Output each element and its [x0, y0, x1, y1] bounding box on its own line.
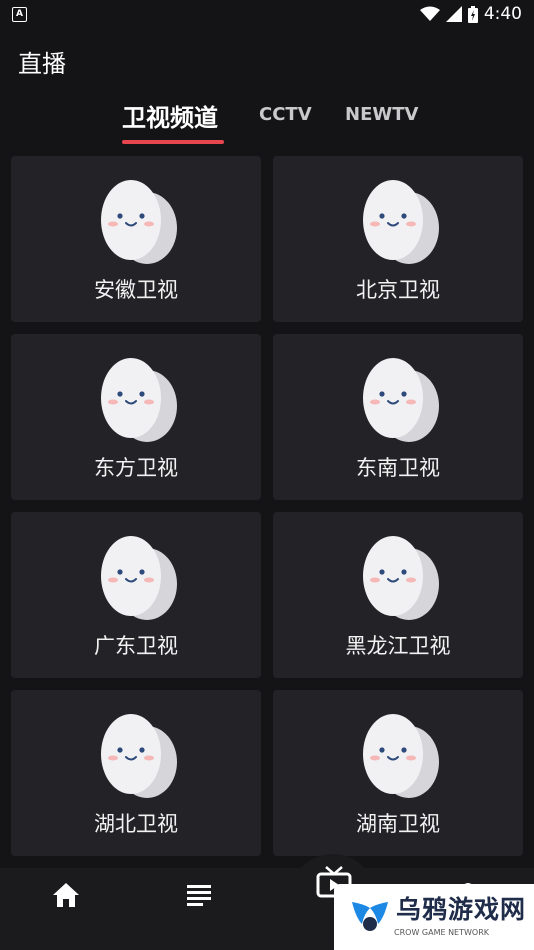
watermark-title: 乌鸦游戏网	[396, 895, 527, 924]
channel-name: 湖北卫视	[94, 812, 178, 836]
egg-mascot-icon	[89, 530, 183, 624]
clock: 4:40	[483, 4, 522, 24]
tab-cctv[interactable]: CCTV	[259, 104, 312, 125]
tab-newtv[interactable]: NEWTV	[345, 104, 418, 125]
egg-mascot-icon	[351, 174, 445, 268]
channel-card[interactable]: 广东卫视	[11, 512, 261, 678]
channel-name: 黑龙江卫视	[345, 634, 451, 658]
notification-icon: A	[12, 6, 27, 22]
wifi-icon	[419, 6, 440, 21]
crow-logo-icon	[352, 902, 388, 931]
channel-name: 湖南卫视	[356, 812, 440, 836]
egg-mascot-icon	[89, 708, 183, 802]
egg-mascot-icon	[351, 530, 445, 624]
list-icon	[187, 885, 211, 906]
channel-name: 广东卫视	[94, 634, 178, 658]
channel-card[interactable]: 东南卫视	[273, 334, 523, 500]
signal-icon	[445, 6, 462, 22]
egg-mascot-icon	[89, 174, 183, 268]
egg-mascot-icon	[351, 708, 445, 802]
channel-name: 安徽卫视	[94, 278, 178, 302]
watermark-subtitle: CROW GAME NETWORK	[394, 928, 490, 937]
active-tab-indicator	[122, 140, 224, 144]
channel-name: 东方卫视	[94, 456, 178, 480]
channel-name: 东南卫视	[356, 456, 440, 480]
channel-card[interactable]: 湖北卫视	[11, 690, 261, 856]
battery-icon	[467, 5, 478, 23]
nav-home[interactable]	[52, 882, 80, 912]
egg-mascot-icon	[351, 352, 445, 446]
channel-card[interactable]: 安徽卫视	[11, 156, 261, 322]
channel-name: 北京卫视	[356, 278, 440, 302]
channel-tabs: 卫视频道 CCTV NEWTV	[0, 92, 534, 150]
egg-mascot-icon	[89, 352, 183, 446]
watermark: 乌鸦游戏网 CROW GAME NETWORK	[334, 884, 534, 950]
home-icon	[53, 883, 79, 907]
page-title: 直播	[18, 50, 66, 78]
tab-satellite[interactable]: 卫视频道	[122, 98, 218, 133]
channel-card[interactable]: 东方卫视	[11, 334, 261, 500]
app-header: 直播	[0, 28, 534, 92]
status-bar: A 4:40	[0, 0, 534, 28]
nav-list[interactable]	[187, 884, 213, 910]
channel-card[interactable]: 湖南卫视	[273, 690, 523, 856]
channel-card[interactable]: 北京卫视	[273, 156, 523, 322]
channel-card[interactable]: 黑龙江卫视	[273, 512, 523, 678]
